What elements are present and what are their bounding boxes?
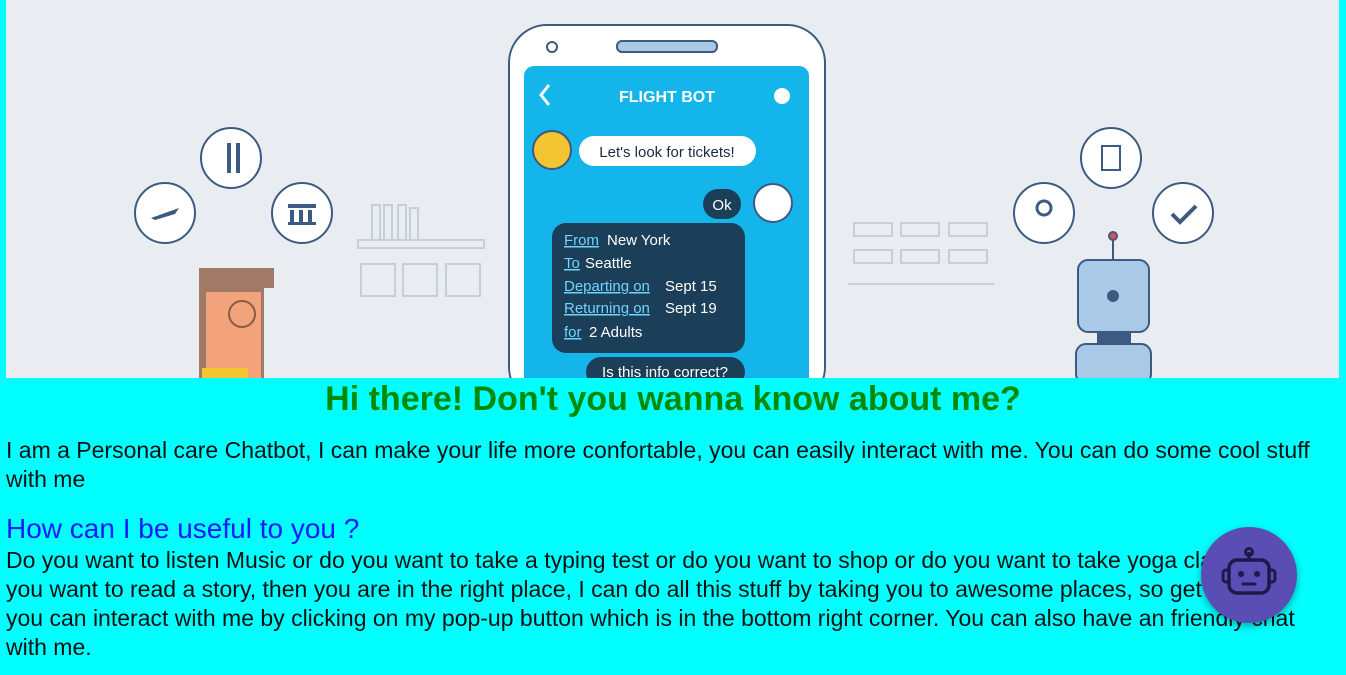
svg-text:From: From (564, 232, 599, 249)
description-paragraph: Do you want to listen Music or do you wa… (6, 547, 1295, 660)
robot-icon (1221, 547, 1277, 595)
svg-text:Returning on: Returning on (564, 300, 650, 317)
svg-text:Seattle: Seattle (585, 255, 632, 272)
check-icon (1152, 182, 1214, 244)
svg-text:Departing on: Departing on (564, 278, 650, 295)
section-heading: How can I be useful to you ? (6, 513, 360, 544)
chatbot-illustration: FLIGHT BOT Let's look for tickets! Ok Fr… (134, 24, 1214, 378)
location-icon (1013, 182, 1075, 244)
svg-text:Sept 19: Sept 19 (665, 300, 717, 317)
svg-text:2 Adults: 2 Adults (589, 324, 642, 341)
hero-illustration: FLIGHT BOT Let's look for tickets! Ok Fr… (6, 0, 1339, 378)
svg-text:To: To (564, 255, 580, 272)
app-title: FLIGHT BOT (619, 89, 715, 106)
document-icon (1080, 127, 1142, 189)
person-illustration (199, 268, 274, 378)
svg-text:New York: New York (607, 232, 671, 249)
confirm-message: Is this info correct? (602, 364, 728, 378)
bot-reply: Ok (712, 197, 732, 214)
page-headline: Hi there! Don't you wanna know about me? (325, 380, 1021, 418)
phone-illustration: FLIGHT BOT Let's look for tickets! Ok Fr… (508, 24, 826, 378)
robot-illustration (1075, 231, 1152, 378)
chatbot-popup-button[interactable] (1201, 527, 1297, 623)
user-message: Let's look for tickets! (599, 144, 734, 161)
svg-text:Sept 15: Sept 15 (665, 278, 717, 295)
svg-text:for: for (564, 324, 582, 341)
intro-paragraph: I am a Personal care Chatbot, I can make… (6, 437, 1310, 492)
